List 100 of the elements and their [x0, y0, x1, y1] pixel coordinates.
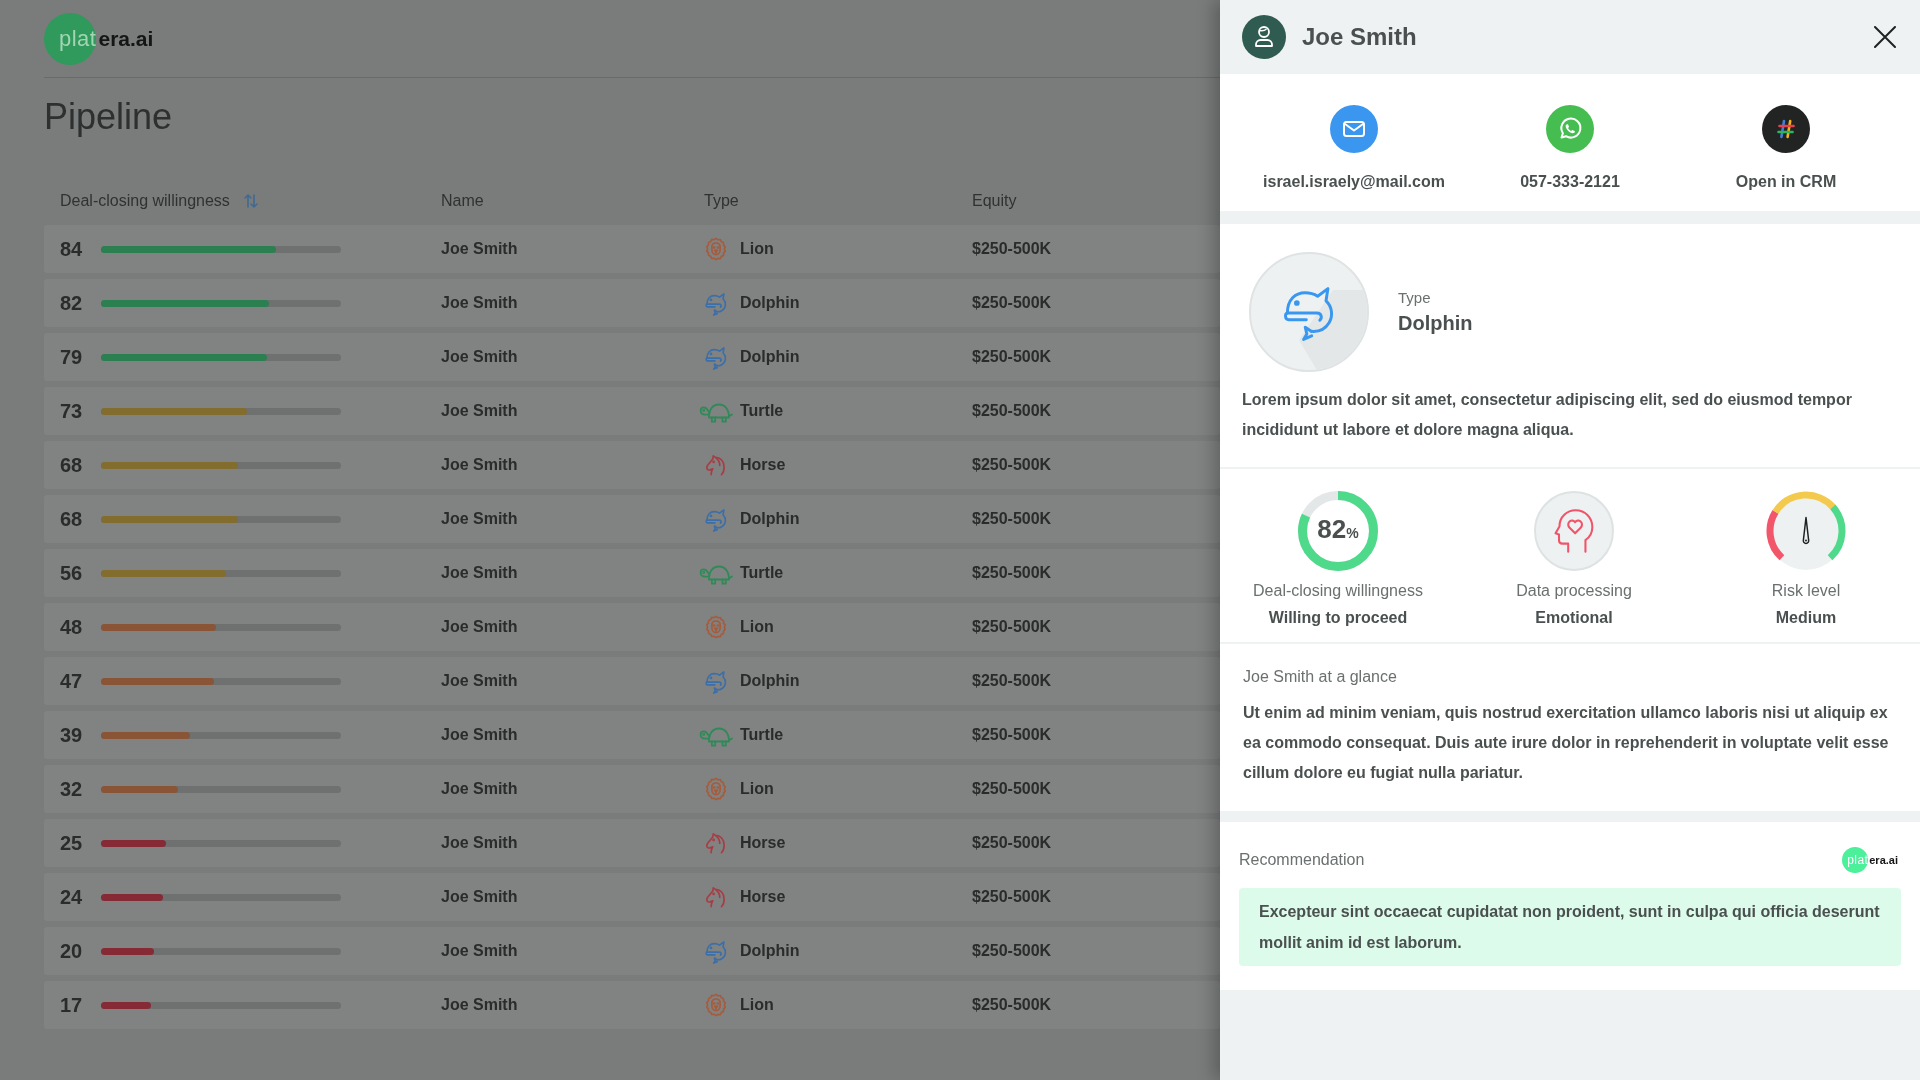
table-row[interactable]: 82 Joe Smith Dolphin $250-500K: [44, 279, 1220, 327]
score-value: 17: [60, 993, 83, 1017]
client-name: Joe Smith: [441, 347, 518, 367]
lion-icon: [703, 992, 729, 1018]
client-name: Joe Smith: [441, 941, 518, 961]
type-value: Dolphin: [1398, 310, 1473, 336]
score-value: 73: [60, 399, 83, 423]
table-row[interactable]: 56 Joe Smith Turtle $250-500K: [44, 549, 1220, 597]
type-label: Horse: [740, 887, 786, 907]
lion-icon: [703, 776, 729, 802]
type-label: Dolphin: [740, 941, 800, 961]
equity-range: $250-500K: [972, 941, 1052, 961]
table-row[interactable]: 73 Joe Smith Turtle $250-500K: [44, 387, 1220, 435]
type-label: Turtle: [740, 401, 784, 421]
client-name: Joe Smith: [441, 401, 518, 421]
type-label: Turtle: [740, 563, 784, 583]
client-name: Joe Smith: [441, 725, 518, 745]
avatar-icon: [1242, 15, 1286, 59]
client-name: Joe Smith: [441, 617, 518, 637]
score-value: 79: [60, 345, 83, 369]
type-label: Lion: [740, 239, 774, 259]
metric-value: Willing to proceed: [1268, 608, 1408, 628]
metric-label: Risk level: [1771, 581, 1841, 601]
glance-text: Ut enim ad minim veniam, quis nostrud exercitation ullamco laboris nisi ut aliquip ex ea commodo consequat. Duis aute irure dolor in reprehenderit in voluptate velit esse cillum dolore eu fugiat nulla pariatur.: [1243, 703, 1890, 783]
phone-bubble-icon: [1546, 105, 1594, 153]
type-label: Lion: [740, 617, 774, 637]
score-value: 68: [60, 507, 83, 531]
score-value: 84: [60, 237, 83, 261]
client-name: Joe Smith: [441, 995, 518, 1015]
client-name: Joe Smith: [441, 563, 518, 583]
equity-range: $250-500K: [972, 293, 1052, 313]
phone-link[interactable]: 057-333-2121: [1520, 105, 1620, 192]
metric-value: Emotional: [1535, 608, 1613, 628]
client-name: Joe Smith: [441, 293, 518, 313]
close-button[interactable]: [1873, 25, 1897, 49]
equity-range: $250-500K: [972, 725, 1052, 745]
score-value: 47: [60, 669, 83, 693]
equity-range: $250-500K: [972, 239, 1052, 259]
hash-icon: [1762, 105, 1810, 153]
ring-value: 82%: [1317, 514, 1359, 546]
equity-range: $250-500K: [972, 617, 1052, 637]
metric-label: Data processing: [1516, 581, 1632, 601]
type-label: Dolphin: [740, 671, 800, 691]
table-row[interactable]: 79 Joe Smith Dolphin $250-500K: [44, 333, 1220, 381]
brand-logo: platera.ai: [1842, 847, 1898, 873]
table-row[interactable]: 48 Joe Smith Lion $250-500K: [44, 603, 1220, 651]
panel-title: Joe Smith: [1302, 22, 1417, 52]
client-name: Joe Smith: [441, 509, 518, 529]
score-value: 20: [60, 939, 83, 963]
dolphin-icon: [1249, 252, 1369, 372]
table-row[interactable]: 68 Joe Smith Dolphin $250-500K: [44, 495, 1220, 543]
close-icon: [1874, 26, 1896, 48]
equity-range: $250-500K: [972, 833, 1052, 853]
column-header: Equity: [972, 191, 1017, 211]
equity-range: $250-500K: [972, 671, 1052, 691]
score-value: 82: [60, 291, 83, 315]
type-caption: Type: [1398, 288, 1431, 307]
client-name: Joe Smith: [441, 239, 518, 259]
client-name: Joe Smith: [441, 833, 518, 853]
crm-link[interactable]: Open in CRM: [1735, 105, 1837, 192]
type-label: Dolphin: [740, 509, 800, 529]
table-row[interactable]: 17 Joe Smith Lion $250-500K: [44, 981, 1220, 1029]
equity-range: $250-500K: [972, 563, 1052, 583]
table-row[interactable]: 84 Joe Smith Lion $250-500K: [44, 225, 1220, 273]
type-label: Horse: [740, 455, 786, 475]
score-value: 68: [60, 453, 83, 477]
table-row[interactable]: 47 Joe Smith Dolphin $250-500K: [44, 657, 1220, 705]
table-row[interactable]: 24 Joe Smith Horse $250-500K: [44, 873, 1220, 921]
column-header: Type: [704, 191, 739, 211]
table-row[interactable]: 39 Joe Smith Turtle $250-500K: [44, 711, 1220, 759]
page-title: Pipeline: [44, 95, 173, 139]
section-title: Recommendation: [1239, 850, 1365, 870]
score-value: 24: [60, 885, 83, 909]
equity-range: $250-500K: [972, 779, 1052, 799]
email-link[interactable]: israel.israely@mail.com: [1263, 105, 1445, 192]
brand-logo[interactable]: platera.ai: [44, 12, 154, 65]
metric-label: Deal-closing willingness: [1253, 581, 1423, 601]
equity-range: $250-500K: [972, 995, 1052, 1015]
metric-value: Medium: [1775, 608, 1837, 628]
score-value: 48: [60, 615, 83, 639]
type-label: Lion: [740, 995, 774, 1015]
score-value: 56: [60, 561, 83, 585]
description-text: Lorem ipsum dolor sit amet, consectetur adipiscing elit, sed do eiusmod tempor incididunt ut labore et dolore magna aliqua.: [1241, 390, 1853, 440]
lion-icon: [703, 236, 729, 262]
table-row[interactable]: 32 Joe Smith Lion $250-500K: [44, 765, 1220, 813]
equity-range: $250-500K: [972, 887, 1052, 907]
recommendation-callout: Excepteur sint occaecat cupidatat non proident, sunt in culpa qui officia deserunt mollit anim id est laborum.: [1239, 888, 1901, 966]
table-row[interactable]: 25 Joe Smith Horse $250-500K: [44, 819, 1220, 867]
type-label: Dolphin: [740, 347, 800, 367]
equity-range: $250-500K: [972, 509, 1052, 529]
equity-range: $250-500K: [972, 401, 1052, 421]
client-name: Joe Smith: [441, 455, 518, 475]
score-value: 39: [60, 723, 83, 747]
type-label: Lion: [740, 779, 774, 799]
column-header: Name: [441, 191, 484, 211]
type-label: Dolphin: [740, 293, 800, 313]
type-label: Turtle: [740, 725, 784, 745]
score-value: 32: [60, 777, 83, 801]
table-row[interactable]: 20 Joe Smith Dolphin $250-500K: [44, 927, 1220, 975]
table-row[interactable]: 68 Joe Smith Horse $250-500K: [44, 441, 1220, 489]
